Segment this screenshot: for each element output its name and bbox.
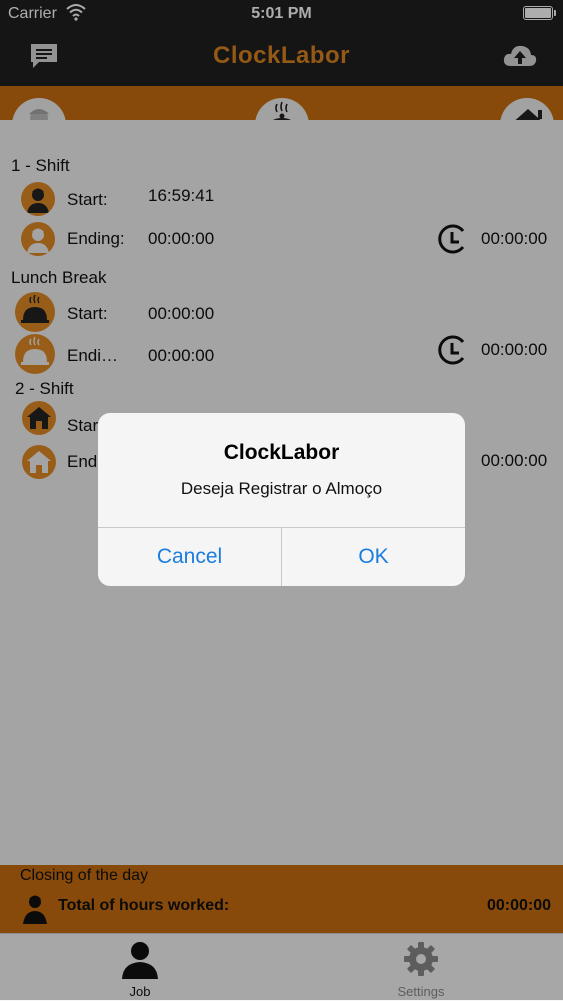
alert-message: Deseja Registrar o Almoço <box>180 479 383 498</box>
alert-title: ClockLabor <box>223 441 340 464</box>
cancel-button[interactable]: Cancel <box>98 527 281 586</box>
alert-dialog: ClockLabor Deseja Registrar o Almoço Can… <box>98 413 465 586</box>
ok-button[interactable]: OK <box>282 527 465 586</box>
